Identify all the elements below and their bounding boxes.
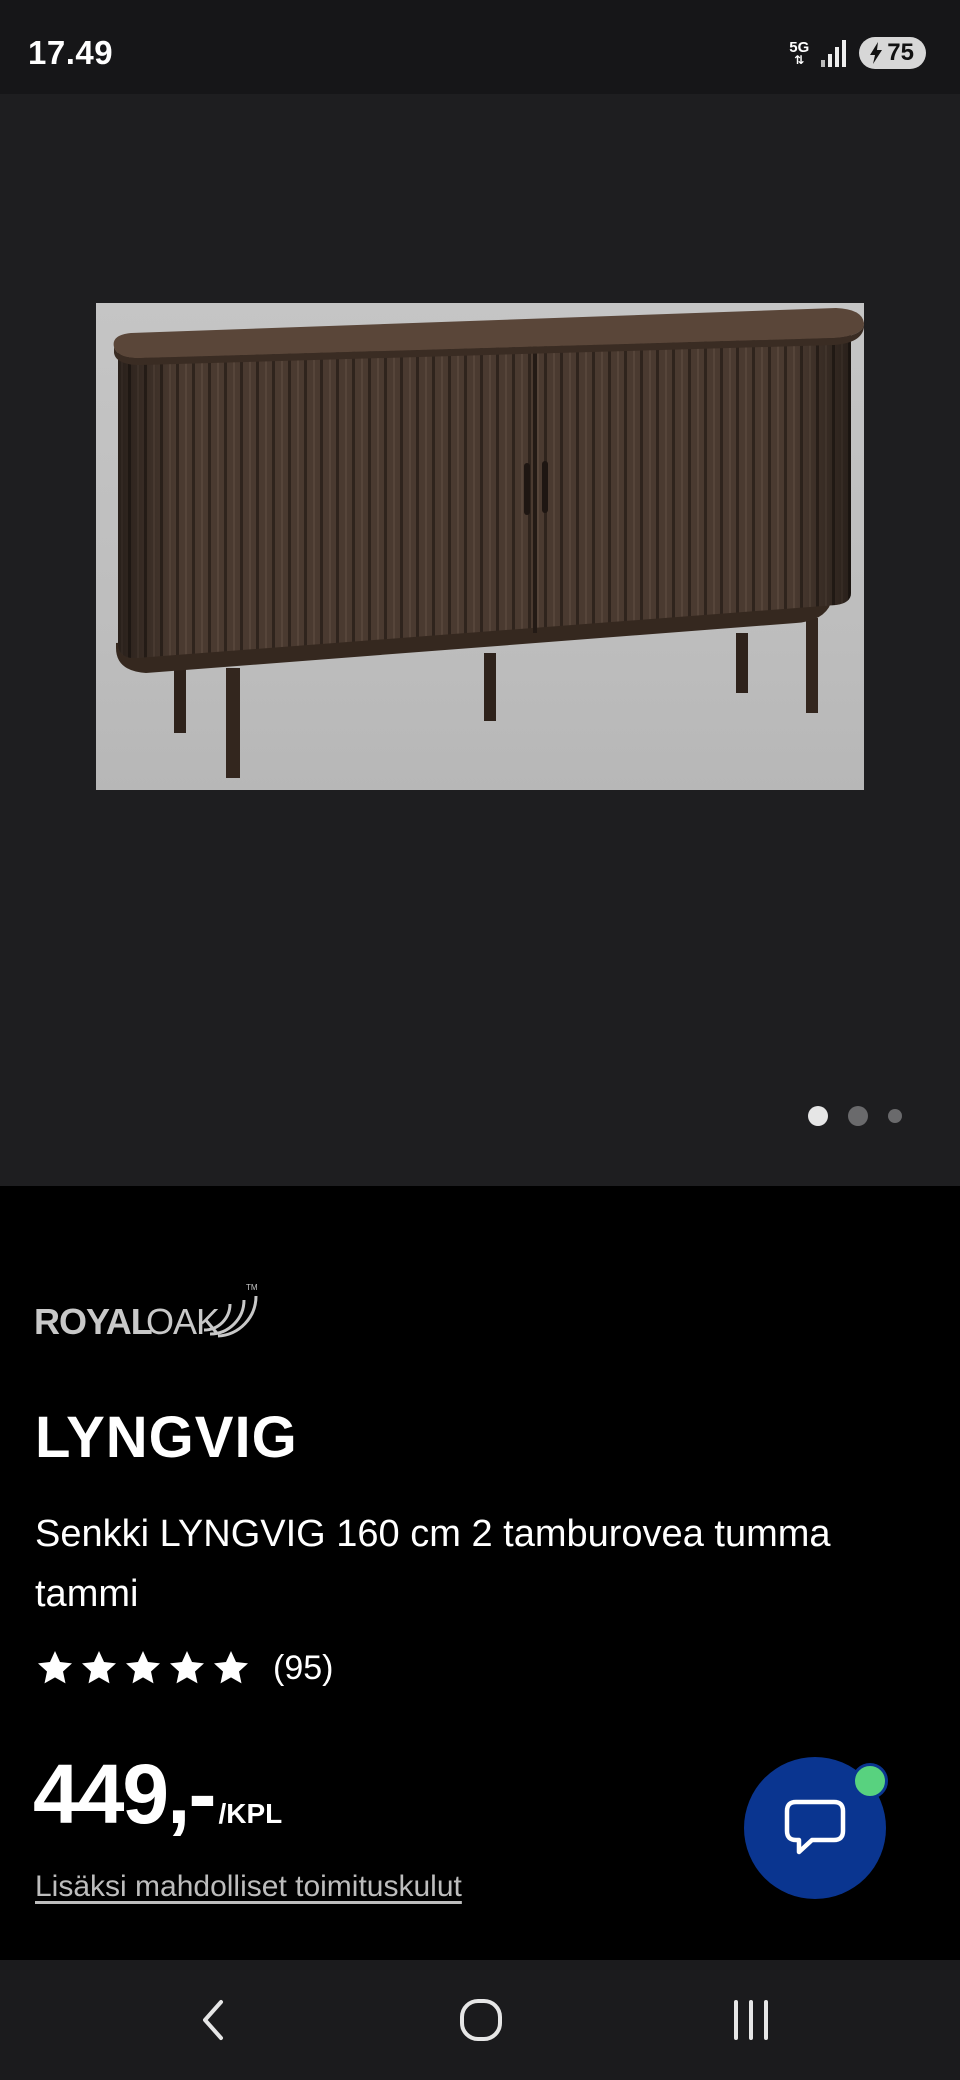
back-button[interactable]: [183, 1990, 243, 2050]
product-image-gallery[interactable]: [0, 94, 960, 1186]
recents-icon: [734, 2000, 768, 2040]
price-unit: /KPL: [218, 1798, 283, 1829]
product-image[interactable]: [96, 303, 864, 790]
gallery-dot-3[interactable]: [888, 1109, 902, 1123]
home-icon: [460, 1999, 502, 2041]
gallery-pagination[interactable]: [808, 1106, 902, 1126]
star-rating: [35, 1648, 251, 1688]
shipping-costs-link[interactable]: Lisäksi mahdolliset toimituskulut: [35, 1870, 462, 1904]
product-description: Senkki LYNGVIG 160 cm 2 tamburovea tumma…: [35, 1513, 831, 1615]
status-icons: 5G ⇅ 75: [789, 36, 926, 70]
price: 449,- /KPL: [33, 1746, 282, 1843]
gallery-dot-2[interactable]: [848, 1106, 868, 1126]
battery-level: 75: [887, 39, 914, 66]
svg-text:TM: TM: [246, 1283, 258, 1292]
review-count[interactable]: (95): [273, 1649, 333, 1688]
star-icon: [126, 1651, 160, 1684]
signal-icon: [821, 40, 847, 67]
battery-charging-icon: 75: [859, 37, 926, 69]
star-icon: [170, 1651, 204, 1684]
status-bar: 17.49 5G ⇅ 75: [0, 0, 960, 94]
clock: 17.49: [28, 34, 114, 71]
recents-button[interactable]: [721, 1990, 781, 2050]
svg-text:OAK: OAK: [146, 1301, 220, 1342]
star-icon: [82, 1651, 116, 1684]
back-icon: [203, 2000, 223, 2040]
gallery-dot-1[interactable]: [808, 1106, 828, 1126]
chat-bubble-icon: [784, 1799, 846, 1855]
system-navigation-bar: [0, 1960, 960, 2080]
star-icon: [214, 1651, 248, 1684]
product-title: LYNGVIG: [35, 1405, 298, 1470]
online-indicator: [852, 1763, 888, 1799]
star-icon: [38, 1651, 72, 1684]
price-value: 449,-: [33, 1747, 216, 1841]
svg-text:ROYAL: ROYAL: [34, 1301, 152, 1342]
5g-icon: 5G ⇅: [789, 39, 810, 67]
rating[interactable]: (95): [35, 1648, 333, 1688]
home-button[interactable]: [451, 1990, 511, 2050]
chat-button[interactable]: [744, 1757, 888, 1899]
brand-logo[interactable]: ROYAL OAK TM: [34, 1276, 264, 1351]
